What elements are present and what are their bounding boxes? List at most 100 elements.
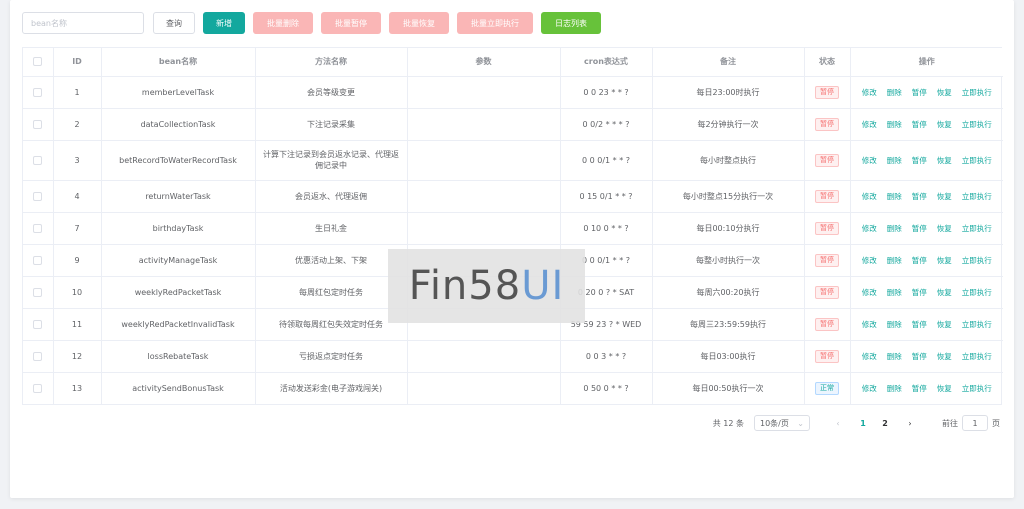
row-checkbox[interactable] bbox=[33, 351, 43, 361]
query-button[interactable]: 查询 bbox=[153, 12, 195, 34]
resume-link[interactable]: 恢复 bbox=[937, 119, 952, 130]
pagination: 共 12 条 10条/页 ⌄ ‹ 1 2 › 前往 页 bbox=[713, 415, 1000, 431]
row-checkbox[interactable] bbox=[33, 87, 43, 97]
row-select-cell bbox=[23, 340, 54, 373]
pause-link[interactable]: 暂停 bbox=[912, 351, 927, 362]
run-now-link[interactable]: 立即执行 bbox=[962, 319, 992, 330]
chevron-down-icon: ⌄ bbox=[797, 418, 804, 428]
edit-link[interactable]: 修改 bbox=[862, 383, 877, 394]
row-checkbox[interactable] bbox=[33, 255, 43, 265]
delete-link[interactable]: 删除 bbox=[887, 255, 902, 266]
edit-link[interactable]: 修改 bbox=[862, 155, 877, 166]
resume-link[interactable]: 恢复 bbox=[937, 287, 952, 298]
edit-link[interactable]: 修改 bbox=[862, 319, 877, 330]
page-1[interactable]: 1 bbox=[855, 419, 871, 428]
run-now-link[interactable]: 立即执行 bbox=[962, 255, 992, 266]
cell-remark: 每周三23:59:59执行 bbox=[652, 308, 805, 341]
row-select-cell bbox=[23, 212, 54, 245]
run-now-link[interactable]: 立即执行 bbox=[962, 223, 992, 234]
resume-link[interactable]: 恢复 bbox=[937, 319, 952, 330]
resume-link[interactable]: 恢复 bbox=[937, 223, 952, 234]
row-checkbox[interactable] bbox=[33, 155, 43, 165]
resume-link[interactable]: 恢复 bbox=[937, 383, 952, 394]
edit-link[interactable]: 修改 bbox=[862, 287, 877, 298]
row-select-cell bbox=[23, 108, 54, 141]
edit-link[interactable]: 修改 bbox=[862, 191, 877, 202]
prev-page-icon[interactable]: ‹ bbox=[830, 419, 846, 428]
edit-link[interactable]: 修改 bbox=[862, 223, 877, 234]
run-now-link[interactable]: 立即执行 bbox=[962, 119, 992, 130]
cell-params bbox=[407, 76, 561, 109]
delete-link[interactable]: 删除 bbox=[887, 191, 902, 202]
table-row: 4 returnWaterTask 会员返水、代理返佣 0 15 0/1 * * ? 每… bbox=[23, 180, 1003, 213]
row-checkbox[interactable] bbox=[33, 319, 43, 329]
run-now-link[interactable]: 立即执行 bbox=[962, 191, 992, 202]
pause-link[interactable]: 暂停 bbox=[912, 255, 927, 266]
edit-link[interactable]: 修改 bbox=[862, 351, 877, 362]
resume-link[interactable]: 恢复 bbox=[937, 191, 952, 202]
header-cron: cron表达式 bbox=[560, 48, 653, 77]
pause-link[interactable]: 暂停 bbox=[912, 119, 927, 130]
page-size-select[interactable]: 10条/页 ⌄ bbox=[754, 415, 810, 431]
row-checkbox[interactable] bbox=[33, 223, 43, 233]
pause-link[interactable]: 暂停 bbox=[912, 319, 927, 330]
delete-link[interactable]: 删除 bbox=[887, 223, 902, 234]
edit-link[interactable]: 修改 bbox=[862, 255, 877, 266]
pause-link[interactable]: 暂停 bbox=[912, 87, 927, 98]
row-checkbox[interactable] bbox=[33, 287, 43, 297]
log-list-button[interactable]: 日志列表 bbox=[541, 12, 601, 34]
row-checkbox[interactable] bbox=[33, 119, 43, 129]
cell-id: 13 bbox=[53, 372, 102, 404]
goto-page-input[interactable] bbox=[962, 415, 988, 431]
run-now-link[interactable]: 立即执行 bbox=[962, 87, 992, 98]
batch-pause-button[interactable]: 批量暂停 bbox=[321, 12, 381, 34]
pause-link[interactable]: 暂停 bbox=[912, 287, 927, 298]
pause-link[interactable]: 暂停 bbox=[912, 155, 927, 166]
delete-link[interactable]: 删除 bbox=[887, 287, 902, 298]
cell-cron: 0 10 0 * * ? bbox=[560, 212, 653, 245]
delete-link[interactable]: 删除 bbox=[887, 119, 902, 130]
run-now-link[interactable]: 立即执行 bbox=[962, 287, 992, 298]
edit-link[interactable]: 修改 bbox=[862, 87, 877, 98]
cell-remark: 每整小时执行一次 bbox=[652, 244, 805, 277]
delete-link[interactable]: 删除 bbox=[887, 319, 902, 330]
resume-link[interactable]: 恢复 bbox=[937, 155, 952, 166]
pause-link[interactable]: 暂停 bbox=[912, 191, 927, 202]
resume-link[interactable]: 恢复 bbox=[937, 351, 952, 362]
cell-params bbox=[407, 372, 561, 404]
row-checkbox[interactable] bbox=[33, 383, 43, 393]
next-page-icon[interactable]: › bbox=[902, 419, 918, 428]
page-2[interactable]: 2 bbox=[877, 419, 893, 428]
run-now-link[interactable]: 立即执行 bbox=[962, 351, 992, 362]
row-actions: 修改 删除 暂停 恢复 立即执行 bbox=[855, 223, 1000, 234]
edit-link[interactable]: 修改 bbox=[862, 119, 877, 130]
cell-method-name: 会员等级变更 bbox=[255, 76, 408, 109]
run-now-link[interactable]: 立即执行 bbox=[962, 155, 992, 166]
pause-link[interactable]: 暂停 bbox=[912, 223, 927, 234]
cell-bean-name: returnWaterTask bbox=[101, 180, 256, 213]
row-select-cell bbox=[23, 76, 54, 109]
run-now-link[interactable]: 立即执行 bbox=[962, 383, 992, 394]
bean-name-search-input[interactable] bbox=[22, 12, 144, 34]
status-badge: 暂停 bbox=[815, 153, 839, 167]
cell-method-name: 会员返水、代理返佣 bbox=[255, 180, 408, 213]
pause-link[interactable]: 暂停 bbox=[912, 383, 927, 394]
resume-link[interactable]: 恢复 bbox=[937, 87, 952, 98]
cell-bean-name: weeklyRedPacketTask bbox=[101, 276, 256, 309]
add-button[interactable]: 新增 bbox=[203, 12, 245, 34]
delete-link[interactable]: 删除 bbox=[887, 383, 902, 394]
resume-link[interactable]: 恢复 bbox=[937, 255, 952, 266]
cell-remark: 每日00:10分执行 bbox=[652, 212, 805, 245]
row-checkbox[interactable] bbox=[33, 191, 43, 201]
row-actions: 修改 删除 暂停 恢复 立即执行 bbox=[855, 191, 1000, 202]
cell-actions: 修改 删除 暂停 恢复 立即执行 bbox=[850, 340, 1003, 373]
delete-link[interactable]: 删除 bbox=[887, 87, 902, 98]
batch-run-now-button[interactable]: 批量立即执行 bbox=[457, 12, 533, 34]
batch-resume-button[interactable]: 批量恢复 bbox=[389, 12, 449, 34]
batch-delete-button[interactable]: 批量删除 bbox=[253, 12, 313, 34]
delete-link[interactable]: 删除 bbox=[887, 155, 902, 166]
table-row: 2 dataCollectionTask 下注记录采集 0 0/2 * * * ? 每2… bbox=[23, 108, 1003, 141]
cell-status: 暂停 bbox=[804, 180, 851, 213]
select-all-checkbox[interactable] bbox=[33, 57, 43, 67]
delete-link[interactable]: 删除 bbox=[887, 351, 902, 362]
